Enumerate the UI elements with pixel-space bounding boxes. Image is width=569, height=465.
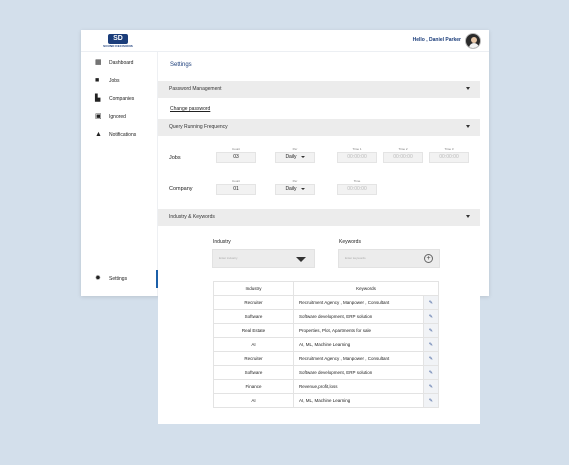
count-label: Count (231, 179, 240, 183)
industry-cell: Finance (213, 379, 294, 394)
jobs-time3-input[interactable]: 00:00:00 (429, 152, 469, 163)
table-row: AI AI, ML, Machine Learning ✎ (213, 337, 440, 352)
industry-cell: Recruiter (213, 351, 294, 366)
select-value: Daily (285, 186, 297, 192)
column-header-keywords: Keywords (293, 281, 439, 296)
logo-caption: SOUND DECISIONS (103, 44, 133, 48)
section-title: Password Management (169, 86, 222, 92)
jobs-time1-input[interactable]: 00:00:00 (337, 152, 377, 163)
time3-label: Time 3 (444, 147, 454, 151)
jobs-per-select[interactable]: Daily (275, 152, 315, 163)
jobs-count-input[interactable]: 03 (216, 152, 256, 163)
sidebar-item-label: Ignored (109, 114, 126, 120)
per-label: Per (292, 179, 298, 183)
section-title: Query Running Frequency (169, 124, 228, 130)
edit-icon[interactable]: ✎ (422, 309, 440, 324)
keywords-cell: Software development, ERP solution (293, 365, 424, 380)
keywords-cell: Revenue,profit,loss (293, 379, 424, 394)
edit-icon[interactable]: ✎ (422, 365, 440, 380)
table-row: Real Estate Properties, Plot, Apartments… (213, 323, 440, 338)
edit-icon[interactable]: ✎ (422, 351, 440, 366)
keywords-input[interactable]: Enter keywords + (338, 249, 440, 268)
change-password-link[interactable]: Change password (170, 106, 210, 112)
table-row: Software Software development, ERP solut… (213, 365, 440, 380)
keywords-cell: Properties, Plot, Apartments for sale (293, 323, 424, 338)
top-bar: SD SOUND DECISIONS Hello , Daniel Parker (81, 30, 489, 52)
column-header-industry: Industry (213, 281, 294, 296)
edit-icon[interactable]: ✎ (422, 379, 440, 394)
keywords-cell: Recruitment Agency , Manpower , Consulta… (293, 351, 424, 366)
industry-cell: AI (213, 337, 294, 352)
industry-select[interactable]: Enter industry (212, 249, 315, 268)
section-title: Industry & Keywords (169, 214, 215, 220)
briefcase-icon: ■ (95, 77, 100, 84)
add-icon[interactable]: + (424, 254, 433, 263)
industry-cell: Software (213, 365, 294, 380)
edit-icon[interactable]: ✎ (422, 295, 440, 310)
table-row: Finance Revenue,profit,loss ✎ (213, 379, 440, 394)
password-section-header[interactable]: Password Management (158, 81, 480, 98)
user-greeting: Hello , Daniel Parker (412, 37, 461, 43)
select-value: Daily (285, 154, 297, 160)
logo-mark: SD (108, 34, 128, 44)
chevron-down-icon (300, 155, 305, 158)
chevron-down-icon (300, 187, 305, 190)
keywords-placeholder: Enter keywords (345, 256, 366, 260)
count-label: Count (231, 147, 240, 151)
avatar-body (469, 43, 479, 48)
time1-label: Time 1 (352, 147, 362, 151)
grid-icon: ▦ (95, 59, 102, 66)
avatar[interactable] (465, 33, 481, 49)
chevron-down-icon (466, 125, 470, 128)
chevron-down-icon (466, 215, 470, 218)
bell-icon: ▲ (95, 131, 102, 138)
industry-cell: AI (213, 393, 294, 408)
building-icon: ▙ (95, 95, 101, 102)
sidebar-item-label: Jobs (109, 78, 120, 84)
jobs-time2-input[interactable]: 00:00:00 (383, 152, 423, 163)
table-header-row: Industry Keywords (213, 281, 439, 296)
sidebar-item-settings[interactable]: ✹ Settings (81, 270, 158, 288)
edit-icon[interactable]: ✎ (422, 337, 440, 352)
logo[interactable]: SD SOUND DECISIONS (103, 34, 133, 48)
company-per-select[interactable]: Daily (275, 184, 315, 195)
industry-keywords-table: Industry Keywords Recruiter Recruitment … (213, 281, 440, 408)
industry-cell: Recruiter (213, 295, 294, 310)
company-time-input[interactable]: 00:00:00 (337, 184, 377, 195)
sidebar-item-label: Notifications (109, 132, 137, 138)
company-count-input[interactable]: 01 (216, 184, 256, 195)
sidebar-item-label: Companies (109, 96, 135, 102)
ignored-icon: ▣ (95, 113, 102, 120)
chevron-down-icon (296, 257, 306, 262)
gear-icon: ✹ (95, 275, 101, 282)
keywords-cell: Software development, ERP solution (293, 309, 424, 324)
keywords-label: Keywords (339, 239, 361, 245)
industry-label: Industry (213, 239, 231, 245)
industry-cell: Software (213, 309, 294, 324)
industry-placeholder: Enter industry (219, 256, 238, 260)
keywords-cell: AI, ML, Machine Learning (293, 337, 424, 352)
chevron-down-icon (466, 87, 470, 90)
keywords-cell: AI, ML, Machine Learning (293, 393, 424, 408)
industry-cell: Real Estate (213, 323, 294, 338)
jobs-label: Jobs (169, 155, 181, 161)
settings-panel: Settings Password Management Change pass… (158, 52, 480, 424)
frequency-section-header[interactable]: Query Running Frequency (158, 119, 480, 136)
sidebar: ▦ Dashboard ■ Jobs ▙ Companies ▣ Ignored… (81, 52, 158, 296)
edit-icon[interactable]: ✎ (422, 323, 440, 338)
company-label: Company (169, 186, 193, 192)
industry-section-header[interactable]: Industry & Keywords (158, 209, 480, 226)
table-row: AI AI, ML, Machine Learning ✎ (213, 393, 440, 408)
per-label: Per (292, 147, 298, 151)
table-row: Recruiter Recruitment Agency , Manpower … (213, 351, 440, 366)
time2-label: Time 2 (398, 147, 408, 151)
sidebar-item-label: Settings (109, 276, 128, 282)
table-row: Software Software development, ERP solut… (213, 309, 440, 324)
keywords-cell: Recruitment Agency , Manpower , Consulta… (293, 295, 424, 310)
edit-icon[interactable]: ✎ (422, 393, 440, 408)
page-title: Settings (170, 62, 192, 68)
table-row: Recruiter Recruitment Agency , Manpower … (213, 295, 440, 310)
time-label: Time (353, 179, 361, 183)
sidebar-item-label: Dashboard (109, 60, 134, 66)
